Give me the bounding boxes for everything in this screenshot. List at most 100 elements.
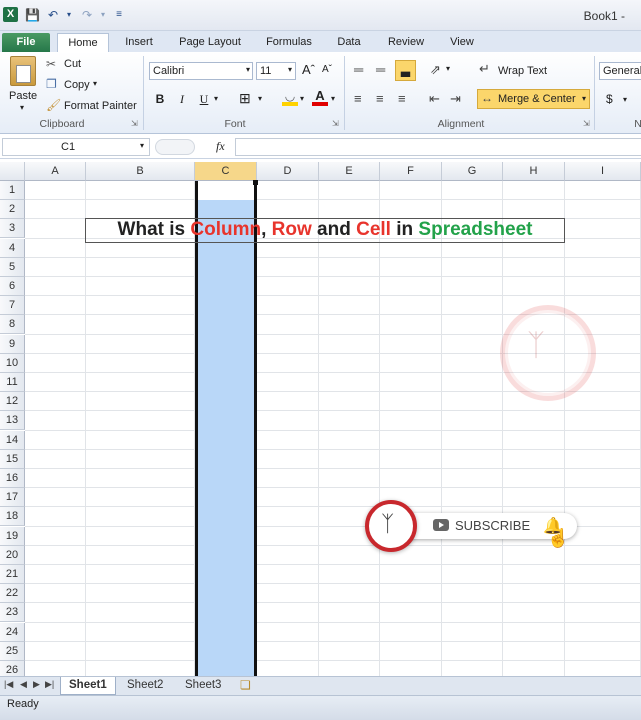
grid-cell[interactable]	[380, 449, 442, 469]
grid-cell[interactable]	[25, 641, 86, 661]
grid-cell[interactable]	[565, 661, 641, 676]
grid-cell[interactable]	[565, 641, 641, 661]
grid-cell[interactable]	[319, 411, 380, 431]
fill-color-dropdown-icon[interactable]: ▾	[300, 94, 304, 103]
grid-cell[interactable]	[319, 392, 380, 412]
grid-cell[interactable]	[86, 507, 195, 527]
align-right-icon[interactable]: ≡	[398, 91, 406, 106]
grid-cell[interactable]	[257, 257, 319, 277]
grid-cell[interactable]	[380, 411, 442, 431]
grid-cell[interactable]	[257, 334, 319, 354]
grid-cell[interactable]	[257, 545, 319, 565]
row-header[interactable]: 21	[0, 565, 25, 584]
alignment-launcher-icon[interactable]: ⇲	[583, 119, 590, 128]
tab-page-layout[interactable]: Page Layout	[174, 33, 246, 52]
column-header-a[interactable]: A	[25, 162, 86, 181]
grid-cell[interactable]	[25, 373, 86, 393]
tab-formulas[interactable]: Formulas	[260, 33, 318, 52]
tab-insert[interactable]: Insert	[118, 33, 160, 52]
grid-cell[interactable]	[25, 257, 86, 277]
grid-cell[interactable]	[442, 373, 503, 393]
grid-cell[interactable]	[257, 392, 319, 412]
grid-cell[interactable]	[565, 277, 641, 297]
copy-dropdown-icon[interactable]: ▾	[93, 79, 97, 88]
row-header[interactable]: 18	[0, 507, 25, 527]
last-sheet-icon[interactable]: ▶|	[45, 679, 54, 690]
grid-cell[interactable]	[565, 200, 641, 220]
row-header[interactable]: 13	[0, 411, 25, 431]
grid-cell[interactable]	[380, 661, 442, 676]
redo-icon[interactable]: ↷	[80, 8, 94, 22]
grid-cell[interactable]	[86, 277, 195, 297]
grid-cell[interactable]	[503, 641, 565, 661]
grid-cell[interactable]	[25, 430, 86, 450]
grid-cell[interactable]	[257, 296, 319, 316]
grid-cell[interactable]	[380, 277, 442, 297]
grid-cell[interactable]	[257, 353, 319, 373]
formula-expand-icon[interactable]	[155, 139, 195, 155]
grid-cell[interactable]	[25, 526, 86, 546]
customize-qat-icon[interactable]: ≡	[112, 8, 126, 22]
grid-cell[interactable]	[86, 622, 195, 642]
grid-cell[interactable]	[319, 469, 380, 489]
grid-cell[interactable]	[257, 488, 319, 508]
row-header[interactable]: 11	[0, 373, 25, 392]
grid-cell[interactable]	[442, 200, 503, 220]
grid-cell[interactable]	[565, 584, 641, 604]
row-header[interactable]: 22	[0, 584, 25, 604]
cut-icon[interactable]: ✂	[46, 57, 56, 71]
grid-cell[interactable]	[503, 622, 565, 642]
grid-cell[interactable]	[25, 469, 86, 489]
grid-cell[interactable]	[86, 200, 195, 220]
column-header-i[interactable]: I	[565, 162, 641, 181]
shrink-font-icon[interactable]: Aˇ	[322, 64, 332, 75]
grid-cell[interactable]	[257, 277, 319, 297]
grid-cell[interactable]	[25, 661, 86, 676]
row-header[interactable]: 7	[0, 296, 25, 316]
grid-cell[interactable]	[565, 238, 641, 258]
grid-cell[interactable]	[257, 411, 319, 431]
row-header[interactable]: 14	[0, 430, 25, 450]
borders-dropdown-icon[interactable]: ▾	[258, 94, 262, 103]
align-top-icon[interactable]: ═	[354, 62, 363, 77]
grid-cell[interactable]	[319, 277, 380, 297]
grid-cell[interactable]	[380, 641, 442, 661]
grid-cell[interactable]	[503, 603, 565, 623]
orientation-dropdown-icon[interactable]: ▾	[446, 64, 450, 73]
font-color-icon[interactable]: A	[312, 89, 328, 107]
grid-cell[interactable]	[380, 565, 442, 585]
insert-sheet-icon[interactable]: ❏	[240, 678, 251, 692]
grid-cell[interactable]	[25, 565, 86, 585]
grid-cell[interactable]	[380, 257, 442, 277]
grid-cell[interactable]	[86, 641, 195, 661]
grid-cell[interactable]	[565, 219, 641, 239]
wrap-text-icon[interactable]: ↵	[479, 61, 490, 77]
fill-color-icon[interactable]: ◡	[282, 90, 298, 106]
grid-cell[interactable]	[380, 296, 442, 316]
align-center-icon[interactable]: ≡	[376, 91, 384, 106]
grid-cell[interactable]	[86, 315, 195, 335]
grid-cell[interactable]	[25, 392, 86, 412]
row-header[interactable]: 2	[0, 200, 25, 220]
fill-handle[interactable]	[253, 180, 258, 185]
borders-icon[interactable]: ⊞	[239, 90, 251, 107]
grid-cell[interactable]	[442, 469, 503, 489]
font-color-dropdown-icon[interactable]: ▾	[331, 94, 335, 103]
grid-cell[interactable]	[257, 200, 319, 220]
grid-cell[interactable]	[319, 373, 380, 393]
grid-cell[interactable]	[503, 277, 565, 297]
underline-button[interactable]: U	[195, 90, 213, 108]
font-launcher-icon[interactable]: ⇲	[332, 119, 339, 128]
grid-cell[interactable]	[86, 603, 195, 623]
grid-cell[interactable]	[565, 181, 641, 201]
grid-cell[interactable]	[380, 181, 442, 201]
grid-cell[interactable]	[86, 392, 195, 412]
grid-cell[interactable]	[25, 584, 86, 604]
font-size-dropdown-icon[interactable]: ▾	[288, 65, 292, 74]
grid-cell[interactable]	[25, 622, 86, 642]
row-header[interactable]: 3	[0, 219, 25, 239]
grid-cell[interactable]	[565, 411, 641, 431]
subscribe-overlay[interactable]: ᛉ SUBSCRIBE 🔔 ☝	[365, 500, 577, 552]
grow-font-icon[interactable]: Aˆ	[302, 62, 315, 77]
row-header[interactable]: 9	[0, 334, 25, 354]
